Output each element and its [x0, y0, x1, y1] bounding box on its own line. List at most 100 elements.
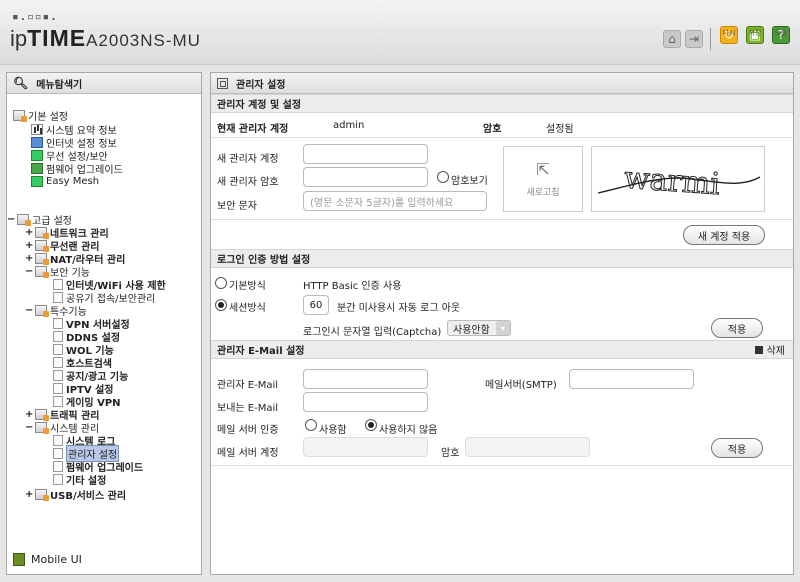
session-minutes-input[interactable]: 60	[303, 295, 329, 315]
system-folder-icon	[35, 421, 49, 434]
refresh-label: 새로고침	[526, 188, 560, 198]
tree-item-other-settings[interactable]: 기타 설정	[53, 473, 106, 487]
settings-folder-icon	[17, 213, 31, 226]
sender-email-input[interactable]	[303, 392, 428, 412]
mail-auth-label: 메일 서버 인증	[217, 425, 279, 436]
tree-item-system-summary[interactable]: 시스템 요약 정보	[31, 123, 117, 137]
home-icon[interactable]: ⌂	[663, 30, 681, 48]
mobile-ui-link[interactable]: Mobile UI	[13, 553, 82, 566]
expand-icon: +	[25, 226, 34, 238]
tree-item-router-access[interactable]: 공유기 접속/보안관리	[53, 291, 155, 305]
collapse-icon: −	[25, 304, 34, 316]
top-header: ▪.▫▫▪. ipTIMEA2003NS-MU ⌂ ⇥ ↻ 다시 ▣ 저장 ? …	[0, 0, 800, 65]
tree-item-firmware[interactable]: 펌웨어 업그레이드	[31, 162, 123, 176]
basic-auth-radio[interactable]	[215, 277, 227, 289]
document-icon	[53, 460, 63, 472]
tree-item-network[interactable]: + 네트워크 관리	[25, 226, 109, 240]
tree-item-traffic[interactable]: + 트래픽 관리	[25, 408, 99, 422]
divider	[211, 137, 793, 138]
document-icon	[53, 369, 63, 381]
captcha-input[interactable]: (영문 소문자 5글자)를 입력하세요	[303, 191, 487, 211]
tree-item-system[interactable]: − 시스템 관리	[25, 421, 99, 435]
tree-item-special[interactable]: − 특수기능	[25, 304, 87, 318]
divider	[211, 465, 793, 466]
tree-item-ddns[interactable]: DDNS 설정	[53, 330, 120, 344]
basic-auth-label: 기본방식	[229, 281, 266, 292]
show-password-checkbox[interactable]	[437, 171, 449, 183]
tree-item-internet-info[interactable]: 인터넷 설정 정보	[31, 136, 117, 150]
wireless-folder-icon	[35, 239, 49, 252]
document-icon	[53, 343, 63, 355]
session-desc: 분간 미사용시 자동 로그 아웃	[337, 303, 461, 314]
document-icon	[53, 317, 63, 329]
server-pw-input[interactable]	[465, 437, 590, 457]
session-auth-label: 세션방식	[229, 303, 266, 314]
tree-item-gaming-vpn[interactable]: 게이밍 VPN	[53, 395, 121, 409]
brand-logo: ipTIMEA2003NS-MU	[10, 25, 201, 52]
tree-item-admin-settings[interactable]: 관리자 설정	[53, 444, 120, 462]
auth-nouse-radio[interactable]	[365, 419, 377, 431]
tree-item-wol[interactable]: WOL 기능	[53, 343, 114, 357]
delete-icon	[754, 345, 763, 354]
section-account: 관리자 계정 및 설정	[211, 94, 793, 113]
magnifier-icon: 🔍︎	[13, 76, 29, 90]
password-label: 암호	[483, 124, 502, 135]
collapse-icon: −	[25, 265, 34, 277]
tree-item-nat[interactable]: + NAT/라우터 관리	[25, 252, 125, 266]
tree-item-firmware-upgrade[interactable]: 펌웨어 업그레이드	[53, 460, 143, 474]
tree-item-host-search[interactable]: 호스트검색	[53, 356, 112, 370]
tree-item-iptv[interactable]: IPTV 설정	[53, 382, 114, 396]
captcha-label: 보안 문자	[217, 201, 257, 212]
tree-group-advanced[interactable]: − 고급 설정	[7, 213, 72, 227]
section-email: 관리자 E-Mail 설정 삭제	[211, 340, 793, 359]
usb-folder-icon	[35, 488, 49, 501]
section-login-auth: 로그인 인증 방법 설정	[211, 249, 793, 268]
auth-use-radio[interactable]	[305, 419, 317, 431]
header-toolbar: ⌂ ⇥ ↻ 다시 ▣ 저장 ? 도움	[663, 26, 792, 60]
section-title: 로그인 인증 방법 설정	[217, 255, 311, 266]
router-folder-icon	[35, 252, 49, 265]
password-status: 설정됨	[546, 124, 574, 135]
document-icon	[53, 330, 63, 342]
lock-folder-icon	[35, 265, 49, 278]
help-label: 도움	[774, 29, 788, 37]
tree-item-notice-ad[interactable]: 공지/광고 기능	[53, 369, 128, 383]
apply-email-button[interactable]: 적용	[711, 438, 763, 458]
tree-item-security[interactable]: − 보안 기능	[25, 265, 90, 279]
tree-item-usb[interactable]: + USB/서비스 관리	[25, 488, 127, 502]
new-account-input[interactable]	[303, 144, 428, 164]
apply-login-button[interactable]: 적용	[711, 318, 763, 338]
menu-explorer-title: 메뉴탐색기	[36, 79, 83, 91]
tree-item-wireless-security[interactable]: 무선 설정/보안	[31, 149, 108, 163]
document-icon	[53, 291, 63, 303]
admin-email-input[interactable]	[303, 369, 428, 389]
reload-button[interactable]: ↻ 다시	[718, 26, 740, 44]
delete-button[interactable]: 삭제	[754, 342, 785, 357]
captcha-refresh-button[interactable]: ⇱ 새로고침	[503, 146, 583, 212]
document-icon	[53, 434, 63, 446]
tree-item-vpn[interactable]: VPN 서버설정	[53, 317, 130, 331]
tree-group-basic[interactable]: 기본 설정	[13, 109, 68, 123]
tree-item-access-limit[interactable]: 인터넷/WiFi 사용 제한	[53, 278, 166, 292]
document-icon	[53, 278, 63, 290]
collapse-icon: −	[7, 213, 16, 225]
tree-label: Easy Mesh	[46, 175, 100, 187]
chart-icon	[31, 123, 43, 135]
tree-item-easy-mesh[interactable]: Easy Mesh	[31, 175, 99, 187]
server-account-label: 메일 서버 계정	[217, 448, 279, 459]
session-auth-radio[interactable]	[215, 299, 227, 311]
captcha-login-select[interactable]: 사용안함 ▾	[447, 320, 511, 336]
logout-icon[interactable]: ⇥	[685, 30, 703, 48]
document-icon	[53, 382, 63, 394]
help-button[interactable]: ? 도움	[770, 26, 792, 44]
new-password-input[interactable]	[303, 167, 428, 187]
tree-item-wireless[interactable]: + 무선랜 관리	[25, 239, 99, 253]
mobile-ui-label: Mobile UI	[31, 553, 82, 566]
smtp-input[interactable]	[569, 369, 694, 389]
save-button[interactable]: ▣ 저장	[744, 26, 766, 44]
delete-label: 삭제	[766, 346, 785, 357]
tree-label: USB/서비스 관리	[50, 490, 127, 502]
apply-account-button[interactable]: 새 계정 적용	[683, 225, 765, 245]
content-header: 관리자 설정	[211, 73, 793, 94]
server-account-input[interactable]	[303, 437, 428, 457]
